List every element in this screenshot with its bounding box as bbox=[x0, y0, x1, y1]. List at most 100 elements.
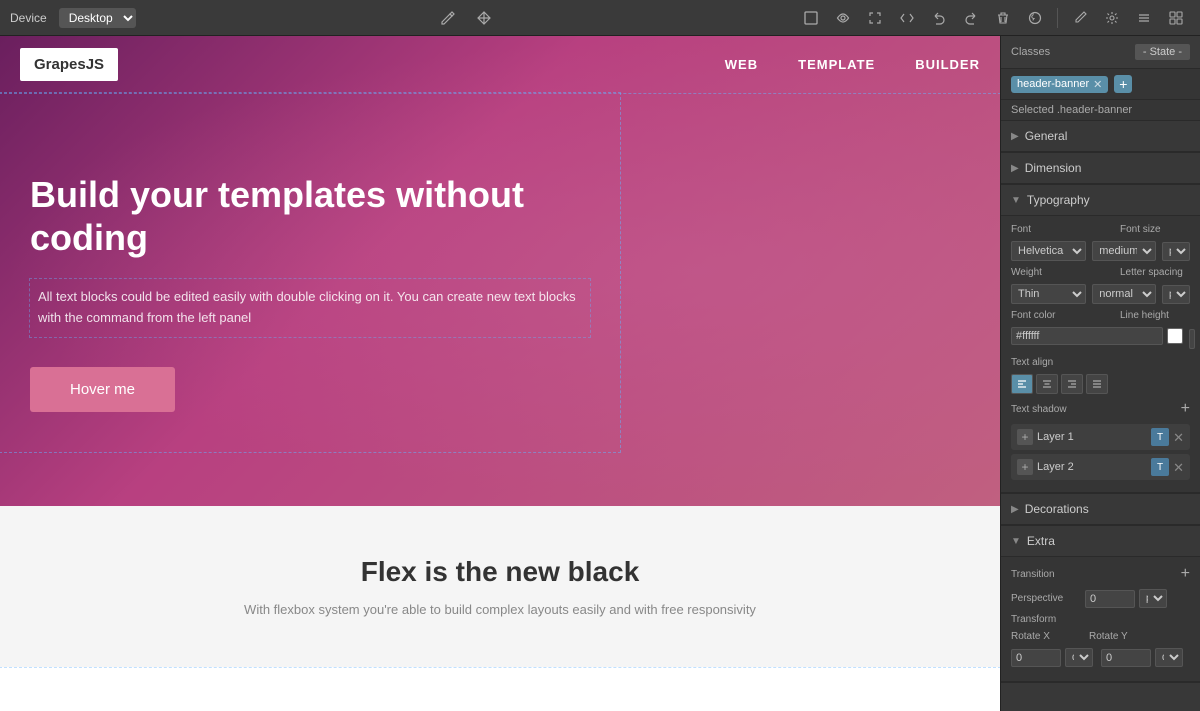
decorations-section: ▶ Decorations bbox=[1001, 494, 1200, 526]
layer1-type-button[interactable]: T bbox=[1151, 428, 1169, 446]
selected-class: .header-banner bbox=[1057, 104, 1132, 116]
rotate-inputs-row: deg rad deg rad bbox=[1011, 648, 1190, 667]
rotate-x-label: Rotate X bbox=[1011, 631, 1081, 642]
color-inputs-row: normal 1.5 2 px em bbox=[1011, 327, 1190, 351]
layer2-expand-button[interactable]: + bbox=[1017, 459, 1033, 475]
classes-bar: Classes - State - bbox=[1001, 36, 1200, 69]
banner-title[interactable]: Build your templates without coding bbox=[30, 173, 590, 259]
weight-row-labels: Weight Letter spacing bbox=[1011, 267, 1190, 278]
add-class-button[interactable]: + bbox=[1114, 75, 1132, 93]
color-swatch[interactable] bbox=[1167, 328, 1183, 344]
banner-description[interactable]: All text blocks could be edited easily w… bbox=[30, 279, 590, 337]
rotate-x-input[interactable] bbox=[1011, 649, 1061, 667]
device-label: Device bbox=[10, 11, 47, 25]
typography-section-title: Typography bbox=[1027, 193, 1090, 207]
nav-links: WEB TEMPLATE BUILDER bbox=[725, 57, 980, 72]
settings-icon[interactable] bbox=[1098, 4, 1126, 32]
transition-row: Transition + bbox=[1011, 565, 1190, 583]
font-row: Font Font size bbox=[1011, 224, 1190, 235]
letter-spacing-unit[interactable]: px em bbox=[1162, 285, 1190, 304]
font-label: Font bbox=[1011, 224, 1081, 235]
general-section-header[interactable]: ▶ General bbox=[1001, 121, 1200, 152]
extra-section: ▼ Extra Transition + Perspective px em bbox=[1001, 526, 1200, 683]
class-tag: header-banner ✕ bbox=[1011, 76, 1108, 93]
logo[interactable]: GrapesJS bbox=[20, 48, 118, 81]
move-icon[interactable] bbox=[470, 4, 498, 32]
undo-icon[interactable] bbox=[925, 4, 953, 32]
letter-spacing-select[interactable]: normal 1px 2px bbox=[1092, 284, 1156, 304]
selected-label: Selected .header-banner bbox=[1001, 100, 1200, 121]
textalign-label: Text align bbox=[1011, 357, 1081, 368]
layer2-type-button[interactable]: T bbox=[1151, 458, 1169, 476]
line-height-select[interactable]: normal 1.5 2 bbox=[1189, 329, 1195, 349]
font-select[interactable]: Helvetica Arial Georgia bbox=[1011, 241, 1086, 261]
dimension-arrow-icon: ▶ bbox=[1011, 163, 1019, 174]
perspective-unit[interactable]: px em bbox=[1139, 589, 1167, 608]
github-icon[interactable] bbox=[1021, 4, 1049, 32]
grid-icon[interactable] bbox=[1162, 4, 1190, 32]
flex-title: Flex is the new black bbox=[30, 556, 970, 588]
fullscreen-icon[interactable] bbox=[797, 4, 825, 32]
layer1-label: Layer 1 bbox=[1037, 431, 1147, 443]
extra-section-title: Extra bbox=[1027, 534, 1055, 548]
edit-icon[interactable] bbox=[434, 4, 462, 32]
add-shadow-button[interactable]: + bbox=[1181, 400, 1190, 418]
resize-icon[interactable] bbox=[861, 4, 889, 32]
fontsize-label: Font size bbox=[1120, 224, 1190, 235]
perspective-row: Perspective px em bbox=[1011, 589, 1190, 608]
textshadow-label: Text shadow bbox=[1011, 404, 1081, 415]
align-left-button[interactable] bbox=[1011, 374, 1033, 394]
shadow-layer-2: + Layer 2 T ✕ bbox=[1011, 454, 1190, 480]
weight-label: Weight bbox=[1011, 267, 1081, 278]
dimension-section-title: Dimension bbox=[1025, 161, 1082, 175]
state-button[interactable]: - State - bbox=[1135, 44, 1190, 60]
layer2-label: Layer 2 bbox=[1037, 461, 1147, 473]
nav-link-builder[interactable]: BUILDER bbox=[915, 57, 980, 72]
perspective-input[interactable] bbox=[1085, 590, 1135, 608]
nav-link-template[interactable]: TEMPLATE bbox=[798, 57, 875, 72]
typography-arrow-icon: ▼ bbox=[1011, 195, 1021, 206]
rotate-y-input[interactable] bbox=[1101, 649, 1151, 667]
transition-label: Transition bbox=[1011, 569, 1081, 580]
typography-section-header[interactable]: ▼ Typography bbox=[1001, 185, 1200, 216]
menu-icon[interactable] bbox=[1130, 4, 1158, 32]
rotate-row-labels: Rotate X Rotate Y bbox=[1011, 631, 1190, 642]
delete-icon[interactable] bbox=[989, 4, 1017, 32]
font-inputs-row: Helvetica Arial Georgia medium small lar… bbox=[1011, 241, 1190, 261]
code-icon[interactable] bbox=[893, 4, 921, 32]
top-toolbar: Device Desktop Tablet Mobile bbox=[0, 0, 1200, 36]
dimension-section-header[interactable]: ▶ Dimension bbox=[1001, 153, 1200, 184]
shadow-layer-1: + Layer 1 T ✕ bbox=[1011, 424, 1190, 450]
class-tag-remove[interactable]: ✕ bbox=[1093, 78, 1102, 91]
add-transition-button[interactable]: + bbox=[1181, 565, 1190, 583]
align-center-button[interactable] bbox=[1036, 374, 1058, 394]
letterspacing-label: Letter spacing bbox=[1120, 267, 1190, 278]
layer2-remove-button[interactable]: ✕ bbox=[1173, 461, 1184, 474]
font-color-input[interactable] bbox=[1011, 327, 1163, 345]
layer1-remove-button[interactable]: ✕ bbox=[1173, 431, 1184, 444]
extra-section-header[interactable]: ▼ Extra bbox=[1001, 526, 1200, 557]
weight-select[interactable]: Thin Normal Bold bbox=[1011, 284, 1086, 304]
fontcolor-label: Font color bbox=[1011, 310, 1081, 321]
device-select[interactable]: Desktop Tablet Mobile bbox=[59, 8, 136, 28]
lineheight-label: Line height bbox=[1120, 310, 1190, 321]
banner-content: Build your templates without coding All … bbox=[0, 93, 620, 452]
right-panel: Classes - State - header-banner ✕ + Sele… bbox=[1000, 36, 1200, 711]
brush-icon[interactable] bbox=[1066, 4, 1094, 32]
align-right-button[interactable] bbox=[1061, 374, 1083, 394]
preview-icon[interactable] bbox=[829, 4, 857, 32]
nav-link-web[interactable]: WEB bbox=[725, 57, 758, 72]
font-size-unit[interactable]: px em bbox=[1162, 242, 1190, 261]
redo-icon[interactable] bbox=[957, 4, 985, 32]
layer1-expand-button[interactable]: + bbox=[1017, 429, 1033, 445]
rotate-x-unit[interactable]: deg rad bbox=[1065, 648, 1093, 667]
align-justify-button[interactable] bbox=[1086, 374, 1108, 394]
decorations-section-title: Decorations bbox=[1025, 502, 1089, 516]
decorations-section-header[interactable]: ▶ Decorations bbox=[1001, 494, 1200, 525]
font-size-select[interactable]: medium small large bbox=[1092, 241, 1156, 261]
extra-section-body: Transition + Perspective px em Transform bbox=[1001, 557, 1200, 682]
textalign-row: Text align bbox=[1011, 357, 1190, 368]
hover-button[interactable]: Hover me bbox=[30, 367, 175, 412]
decorations-arrow-icon: ▶ bbox=[1011, 504, 1019, 515]
rotate-y-unit[interactable]: deg rad bbox=[1155, 648, 1183, 667]
